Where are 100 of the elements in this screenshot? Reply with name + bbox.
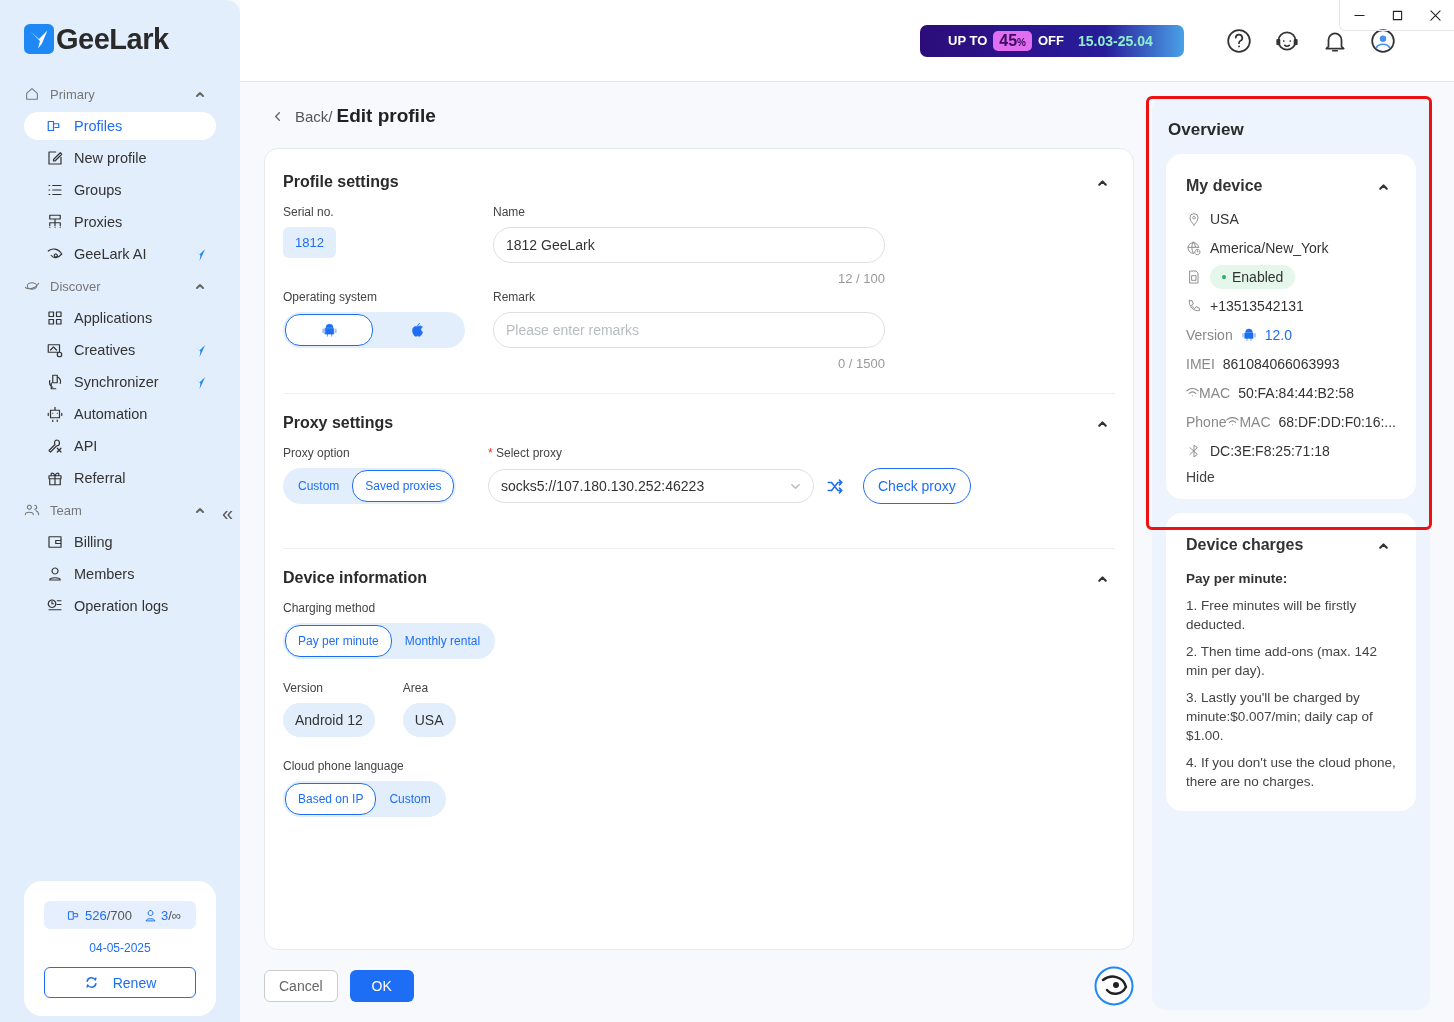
close-icon[interactable]: [1429, 9, 1441, 21]
section-icon: [24, 502, 40, 518]
mac-text: 50:FA:84:44:B2:58: [1238, 384, 1355, 401]
location-text: USA: [1210, 210, 1239, 227]
cancel-button[interactable]: Cancel: [264, 970, 338, 1002]
info-label: Phone: [1186, 413, 1227, 430]
character-count: 0 / 1500: [838, 356, 885, 371]
info-label: Version: [1186, 326, 1233, 343]
android-icon: [320, 321, 338, 339]
nav-item[interactable]: Creatives: [24, 336, 216, 364]
card-title: My device: [1186, 177, 1263, 195]
page-title: Edit profile: [336, 105, 436, 127]
imei-text: 861084066063993: [1222, 355, 1340, 372]
version-chip: Android 12: [283, 703, 375, 737]
back-link[interactable]: Back/: [295, 107, 333, 125]
logo-icon: [24, 24, 54, 54]
nav-item[interactable]: API: [24, 432, 216, 460]
phone-number: +13513542131: [1210, 297, 1304, 314]
nav-item[interactable]: Groups: [24, 176, 216, 204]
maximize-icon[interactable]: [1391, 9, 1403, 21]
nav-item[interactable]: GeeLark AI: [24, 240, 216, 268]
os-option[interactable]: [285, 314, 373, 346]
card-title: Device charges: [1186, 536, 1304, 554]
field-label: Area: [402, 681, 429, 695]
promo-banner[interactable]: UP TO 45% OFF 15.03-25.04: [920, 24, 1184, 57]
section-heading: Proxy settings: [283, 414, 394, 432]
eye-logo-icon[interactable]: [1094, 966, 1134, 1006]
nav-icon: [46, 213, 64, 231]
ok-button[interactable]: OK: [349, 970, 414, 1002]
nav-icon: [46, 565, 64, 583]
field-label: Version: [283, 681, 324, 695]
timezone-text: America/New_York: [1210, 239, 1329, 256]
section-heading: Profile settings: [283, 173, 399, 191]
nav-icon: [46, 405, 64, 423]
nav-icon: [46, 373, 64, 391]
language-option[interactable]: Based on IP: [285, 783, 377, 815]
section-icon: [24, 86, 40, 102]
info-label: MAC: [1199, 384, 1231, 401]
charging-option[interactable]: Pay per minute: [285, 625, 392, 657]
help-icon[interactable]: [1226, 27, 1252, 54]
user-avatar-icon[interactable]: [1370, 27, 1396, 54]
field-label: * Select proxy: [488, 446, 563, 460]
nav-item[interactable]: Profiles: [24, 112, 216, 140]
nav-item[interactable]: Synchronizer: [24, 368, 216, 396]
nav-icon: [46, 533, 64, 551]
shuffle-icon[interactable]: [826, 476, 845, 496]
field-label: Proxy option: [283, 446, 350, 460]
field-label: Charging method: [283, 601, 376, 615]
field-label: Operating system: [283, 290, 378, 304]
wifi-icon: [1226, 416, 1240, 427]
proxy-option[interactable]: Saved proxies: [352, 470, 455, 502]
globe-clock-icon: [1186, 239, 1202, 256]
nav-icon: [46, 309, 64, 327]
wifi-icon: [1186, 387, 1199, 398]
nav-icon: [46, 437, 64, 455]
charge-rule: 4. If you don't use the cloud phone, there are no charges.: [1186, 754, 1396, 791]
info-label: MAC: [1239, 413, 1271, 430]
charge-rule: 1. Free minutes will be firstly deducted.: [1186, 597, 1358, 634]
nav-item[interactable]: Billing: [24, 528, 216, 556]
field-label: Remark: [493, 290, 535, 304]
refresh-icon: [83, 975, 99, 990]
renew-button[interactable]: Renew: [44, 967, 196, 998]
location-pin-icon: [1186, 210, 1202, 227]
info-label: IMEI: [1186, 355, 1215, 372]
proxy-option[interactable]: Custom: [285, 470, 353, 502]
nav-item[interactable]: Operation logs: [24, 592, 216, 620]
nav-item[interactable]: Members: [24, 560, 216, 588]
android-icon: [1240, 326, 1257, 343]
panel-title: Overview: [1167, 120, 1245, 140]
status-badge: Enabled: [1210, 264, 1296, 289]
name-field[interactable]: 1812 GeeLark: [493, 227, 885, 263]
section-title: Primary: [50, 86, 96, 102]
expiry-date: 04-05-2025: [89, 941, 151, 955]
remark-field[interactable]: Please enter remarks: [493, 312, 885, 348]
charge-rule: 2. Then time add-ons (max. 142 min per day).: [1186, 643, 1379, 680]
nav-item[interactable]: New profile: [24, 144, 216, 172]
check-proxy-button[interactable]: Check proxy: [863, 468, 971, 504]
hide-link[interactable]: Hide: [1186, 469, 1396, 485]
collapse-button[interactable]: «: [222, 502, 234, 525]
area-chip: USA: [402, 703, 456, 737]
member-quota: 3/∞: [160, 907, 182, 923]
field-label: Name: [493, 205, 525, 219]
section-title: Team: [50, 502, 83, 518]
logo-text: GeeLark: [56, 22, 169, 56]
serial-number: 1812: [283, 227, 336, 258]
language-option[interactable]: Custom: [376, 783, 444, 815]
bluetooth-address: DC:3E:F8:25:71:18: [1210, 442, 1330, 459]
person-icon: [142, 907, 158, 923]
charges-heading: Pay per minute:: [1186, 571, 1289, 586]
section-heading: Device information: [283, 569, 428, 587]
nav-item[interactable]: Proxies: [24, 208, 216, 236]
nav-item[interactable]: Automation: [24, 400, 216, 428]
sim-card-icon: [1186, 268, 1202, 285]
nav-icon: [46, 341, 64, 359]
charge-rule: 3. Lastly you'll be charged by minute:$0.007/min; daily cap of $1.00.: [1186, 689, 1374, 745]
mac-text: 68:DF:DD:F0:16:...: [1278, 413, 1396, 430]
charging-option[interactable]: Monthly rental: [391, 625, 494, 657]
nav-item[interactable]: Referral: [24, 464, 216, 492]
nav-item[interactable]: Applications: [24, 304, 216, 332]
character-count: 12 / 100: [838, 271, 885, 286]
